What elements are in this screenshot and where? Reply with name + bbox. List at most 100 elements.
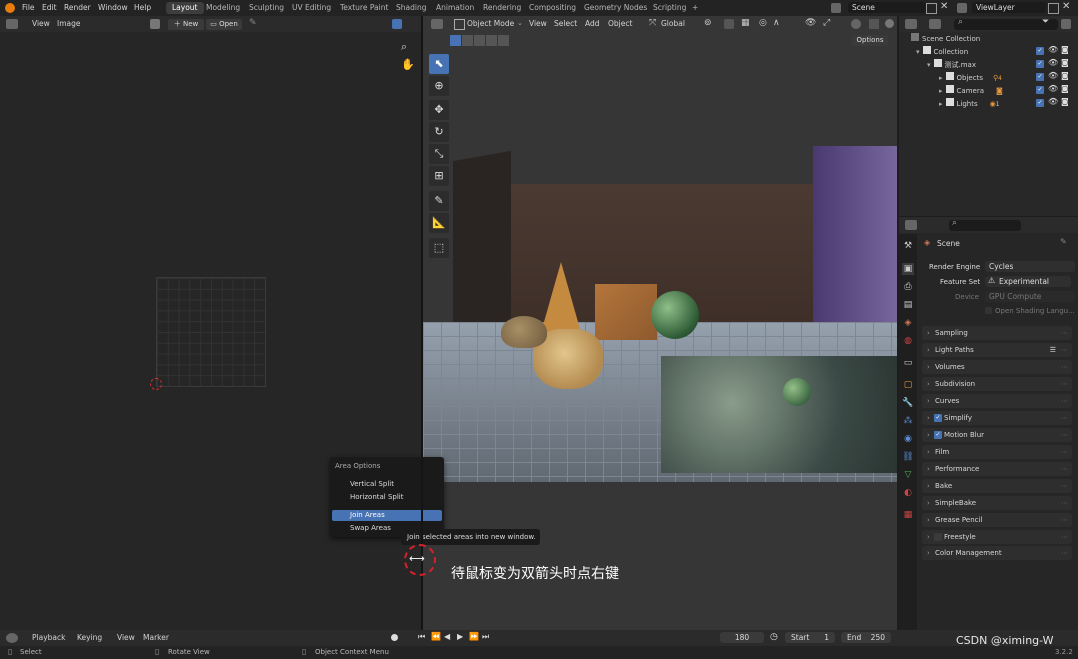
annotate-tool-icon[interactable]: ✎ xyxy=(429,191,449,211)
small-sphere-object[interactable] xyxy=(783,378,811,406)
drag-handle-icon[interactable]: ⋯ xyxy=(1061,326,1068,340)
sphere-object[interactable] xyxy=(651,291,699,339)
select-subtract-icon[interactable] xyxy=(474,35,485,46)
panel-header[interactable]: › Light Paths ☰ ⋯ xyxy=(922,343,1072,357)
panel-header[interactable]: › ✓ Simplify ⋯ xyxy=(922,411,1072,425)
drag-handle-icon[interactable]: ⋯ xyxy=(1061,343,1068,357)
tool-tab-icon[interactable]: ⚒ xyxy=(902,240,914,252)
panel-header[interactable]: › SimpleBake ⋯ xyxy=(922,496,1072,510)
presets-icon[interactable]: ☰ xyxy=(1050,343,1056,357)
zoom-icon[interactable]: ⌕ xyxy=(401,40,407,54)
outliner-row[interactable]: ▸ Objects ⚲4 xyxy=(939,72,1002,84)
pivot-icon[interactable]: ⊚ xyxy=(704,18,712,28)
drag-handle-icon[interactable]: ⋯ xyxy=(1061,411,1068,425)
data-tab-icon[interactable]: ▽ xyxy=(902,469,914,481)
physics-tab-icon[interactable]: ◉ xyxy=(902,433,914,445)
vertical-split-item[interactable]: Vertical Split xyxy=(332,479,442,490)
pan-hand-icon[interactable]: ✋ xyxy=(401,58,415,71)
drag-handle-icon[interactable]: ⋯ xyxy=(1061,360,1068,374)
outliner-row[interactable]: ▾ 测试.max xyxy=(927,59,976,71)
exclude-checkbox[interactable]: ✓ xyxy=(1036,86,1044,94)
viewlayer-field[interactable]: ViewLayer xyxy=(972,2,1046,13)
tab-shading[interactable]: Shading xyxy=(390,2,432,14)
output-tab-icon[interactable]: ⎙ xyxy=(902,281,914,293)
scene-icon[interactable] xyxy=(831,3,841,13)
select-new-icon[interactable] xyxy=(450,35,461,46)
drag-handle-icon[interactable]: ⋯ xyxy=(1061,377,1068,391)
select-box-tool-icon[interactable]: ⬉ xyxy=(429,54,449,74)
panel-header[interactable]: › Subdivision ⋯ xyxy=(922,377,1072,391)
open-image-button[interactable]: ▭ Open xyxy=(206,19,242,30)
world-tab-icon[interactable]: ◍ xyxy=(902,335,914,347)
menu-edit[interactable]: Edit xyxy=(42,0,57,16)
visibility-icon[interactable]: 👁 xyxy=(805,18,816,28)
join-areas-item[interactable]: Join Areas xyxy=(332,510,442,521)
overlay-icon[interactable] xyxy=(392,19,402,29)
texture-tab-icon[interactable]: ▦ xyxy=(902,509,914,521)
exclude-checkbox[interactable]: ✓ xyxy=(1036,47,1044,55)
menu-file[interactable]: File xyxy=(22,0,35,16)
area-divider[interactable] xyxy=(421,16,423,630)
select-extend-icon[interactable] xyxy=(462,35,473,46)
2d-cursor-icon[interactable] xyxy=(150,378,162,390)
camera-render-icon[interactable]: ◙ xyxy=(1061,71,1069,80)
orientation-icon[interactable]: ⤧ xyxy=(649,18,656,28)
pin-icon[interactable]: ✎ xyxy=(249,18,257,28)
transform-orientation-dropdown[interactable]: Global xyxy=(661,16,685,32)
editor-type-icon[interactable] xyxy=(905,220,917,230)
start-frame-field[interactable]: Start 1 xyxy=(785,632,835,643)
object-mode-dropdown[interactable]: Object Mode xyxy=(467,16,514,32)
tab-geometry-nodes[interactable]: Geometry Nodes xyxy=(578,2,653,14)
particles-tab-icon[interactable]: ⁂ xyxy=(902,415,914,427)
new-image-button[interactable]: ＋ New xyxy=(168,19,204,30)
end-frame-field[interactable]: End 250 xyxy=(841,632,891,643)
eye-icon[interactable]: 👁 xyxy=(1048,84,1058,93)
menu-view[interactable]: View xyxy=(32,16,50,32)
modifier-tab-icon[interactable]: 🔧 xyxy=(902,397,914,409)
device-dropdown[interactable]: GPU Compute xyxy=(985,291,1075,302)
cone-object[interactable] xyxy=(540,262,582,336)
tab-modeling[interactable]: Modeling xyxy=(200,2,246,14)
drag-handle-icon[interactable]: ⋯ xyxy=(1061,530,1068,544)
tab-uv-editing[interactable]: UV Editing xyxy=(286,2,337,14)
prev-keyframe-icon[interactable]: ⏪ xyxy=(431,632,441,641)
menu-view[interactable]: View xyxy=(529,16,547,32)
measure-tool-icon[interactable]: 📐 xyxy=(429,213,449,233)
cube-object[interactable] xyxy=(595,284,657,340)
panel-header[interactable]: › Freestyle ⋯ xyxy=(922,530,1072,544)
drag-handle-icon[interactable]: ⋯ xyxy=(1061,462,1068,476)
constraints-tab-icon[interactable]: ⛓ xyxy=(902,451,914,463)
exclude-checkbox[interactable]: ✓ xyxy=(1036,60,1044,68)
outliner-row[interactable]: Scene Collection xyxy=(911,33,980,45)
tab-compositing[interactable]: Compositing xyxy=(523,2,582,14)
select-intersect-icon[interactable] xyxy=(498,35,509,46)
jump-end-icon[interactable]: ⏭ xyxy=(482,632,489,642)
editor-type-icon[interactable] xyxy=(431,19,443,29)
object-tab-icon[interactable]: ▢ xyxy=(902,379,914,391)
menu-add[interactable]: Add xyxy=(585,16,600,32)
next-keyframe-icon[interactable]: ⏩ xyxy=(469,632,479,641)
delete-viewlayer-icon[interactable]: ✕ xyxy=(1062,1,1070,12)
tab-layout[interactable]: Layout xyxy=(166,2,204,14)
play-icon[interactable]: ▶ xyxy=(457,632,463,641)
scale-tool-icon[interactable]: ⤡ xyxy=(429,144,449,164)
blender-logo-icon[interactable] xyxy=(5,3,15,13)
panel-checkbox[interactable]: ✓ xyxy=(934,414,942,422)
editor-type-icon[interactable] xyxy=(905,19,917,29)
menu-select[interactable]: Select xyxy=(554,16,577,32)
panel-header[interactable]: › Performance ⋯ xyxy=(922,462,1072,476)
drag-handle-icon[interactable]: ⋯ xyxy=(1061,445,1068,459)
scene-tab-icon[interactable]: ◈ xyxy=(902,317,914,329)
falloff-icon[interactable]: ∧ xyxy=(773,18,780,28)
osl-checkbox[interactable] xyxy=(985,307,992,314)
panel-header[interactable]: › Grease Pencil ⋯ xyxy=(922,513,1072,527)
menu-window[interactable]: Window xyxy=(98,0,128,16)
current-frame-field[interactable]: 180 xyxy=(720,632,764,643)
panel-header[interactable]: › Bake ⋯ xyxy=(922,479,1072,493)
drag-handle-icon[interactable]: ⋯ xyxy=(1061,479,1068,493)
tab-rendering[interactable]: Rendering xyxy=(477,2,527,14)
pin-icon[interactable]: ✎ xyxy=(1060,237,1067,246)
drag-handle-icon[interactable]: ⋯ xyxy=(1061,513,1068,527)
panel-checkbox[interactable] xyxy=(934,533,942,541)
eye-icon[interactable]: 👁 xyxy=(1048,45,1058,54)
